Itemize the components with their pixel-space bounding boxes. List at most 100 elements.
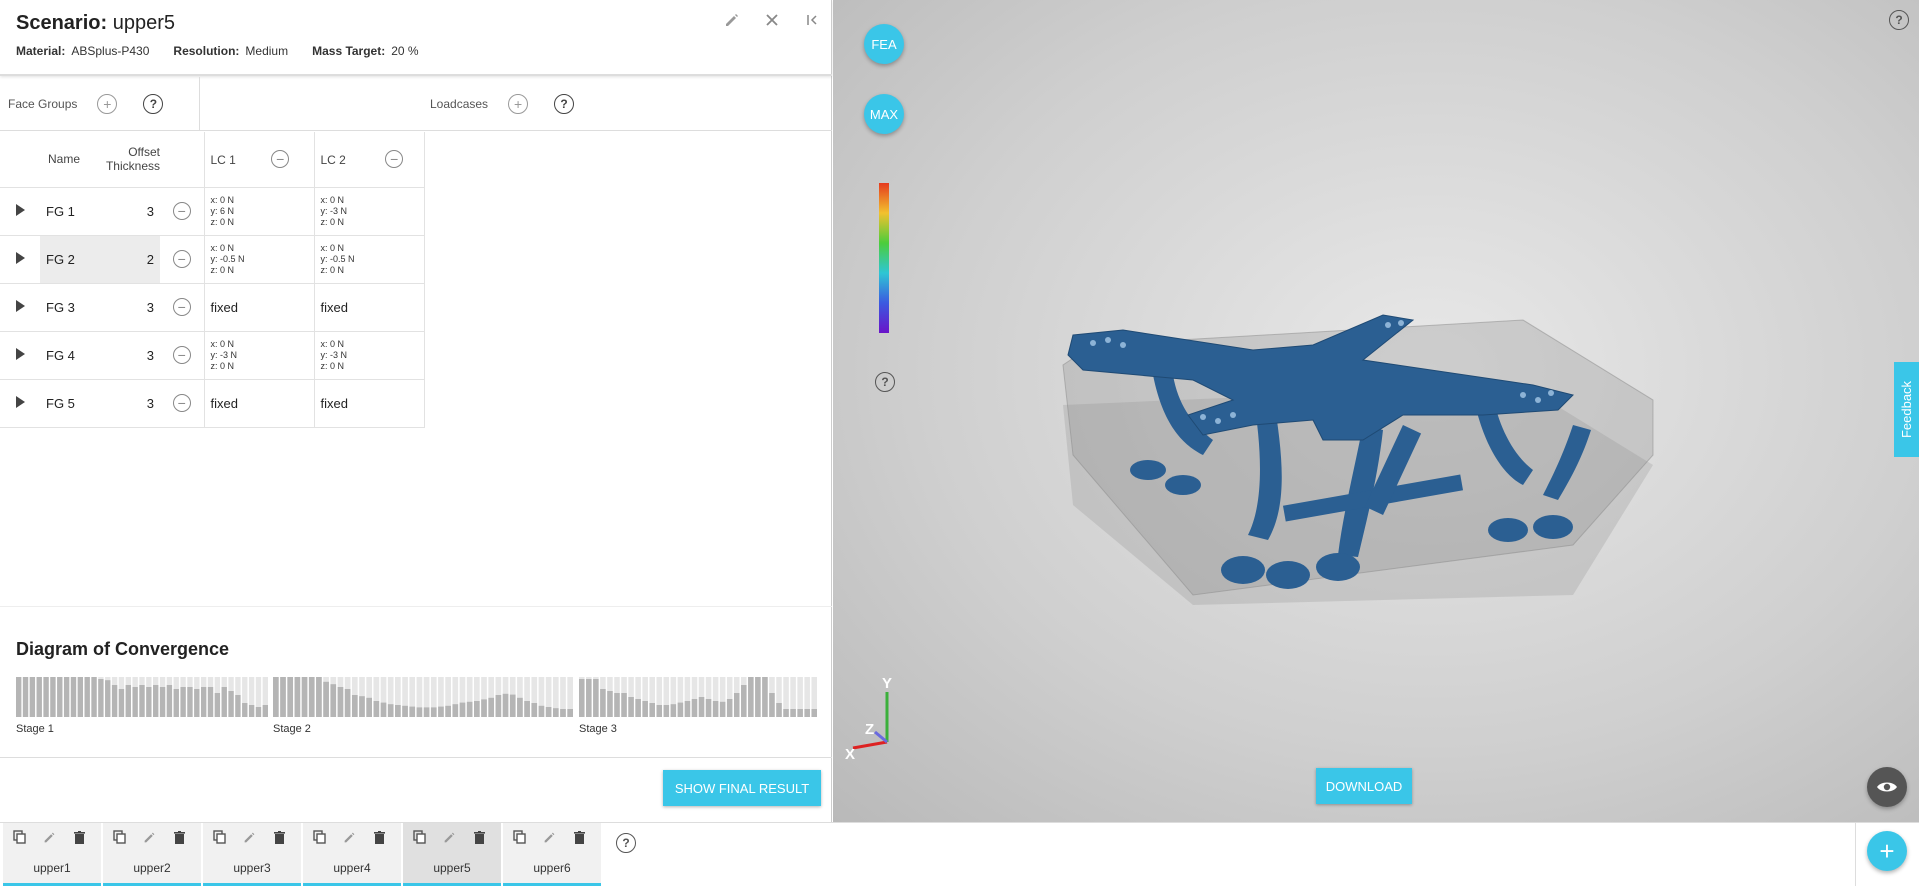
- lc2-cell[interactable]: fixed: [314, 379, 425, 428]
- convergence-bar: [280, 677, 286, 717]
- table-row[interactable]: FG 5 3 − fixed fixed: [0, 379, 425, 428]
- edit-icon[interactable]: [241, 829, 257, 845]
- convergence-bar: [153, 685, 159, 717]
- remove-face-group-icon[interactable]: −: [172, 202, 191, 220]
- convergence-bar: [187, 687, 193, 717]
- feedback-label: Feedback: [1899, 380, 1914, 439]
- fg-offset[interactable]: 3: [96, 283, 160, 332]
- convergence-bar: [200, 687, 207, 717]
- face-groups-help-icon[interactable]: ?: [143, 94, 164, 114]
- remove-face-group-icon[interactable]: −: [172, 298, 191, 316]
- convergence-bar: [228, 691, 234, 717]
- copy-icon[interactable]: [311, 829, 327, 845]
- table-row[interactable]: FG 4 3 − x: 0 Ny: -3 Nz: 0 N x: 0 Ny: -3…: [0, 331, 425, 380]
- expand-row-icon[interactable]: [0, 187, 40, 236]
- edit-icon[interactable]: [441, 829, 457, 845]
- collapse-panel-icon[interactable]: [802, 10, 822, 30]
- table-row[interactable]: FG 2 2 − x: 0 Ny: -0.5 Nz: 0 N x: 0 Ny: …: [0, 235, 425, 284]
- lc2-cell[interactable]: x: 0 Ny: -3 Nz: 0 N: [314, 331, 425, 380]
- table-row[interactable]: FG 1 3 − x: 0 Ny: 6 Nz: 0 N x: 0 Ny: -3 …: [0, 187, 425, 236]
- expand-row-icon[interactable]: [0, 235, 40, 284]
- delete-icon[interactable]: [71, 829, 87, 845]
- feedback-tab[interactable]: Feedback: [1894, 362, 1919, 457]
- copy-icon[interactable]: [211, 829, 227, 845]
- close-icon[interactable]: [762, 10, 782, 30]
- resolution-label: Resolution:: [173, 44, 240, 58]
- add-face-group-icon[interactable]: +: [97, 94, 118, 114]
- remove-face-group-icon[interactable]: −: [172, 346, 191, 364]
- fg-offset[interactable]: 2: [96, 235, 160, 284]
- force-component: z: 0 N: [320, 216, 345, 227]
- fg-offset[interactable]: 3: [96, 187, 160, 236]
- convergence-bar: [63, 677, 70, 717]
- download-button[interactable]: DOWNLOAD: [1316, 768, 1412, 804]
- delete-icon[interactable]: [271, 829, 287, 845]
- lc2-cell[interactable]: fixed: [314, 283, 425, 332]
- lc1-cell[interactable]: fixed: [204, 379, 315, 428]
- lc1-cell[interactable]: x: 0 Ny: 6 Nz: 0 N: [204, 187, 315, 236]
- expand-row-icon[interactable]: [0, 331, 40, 380]
- force-component: z: 0 N: [320, 264, 345, 275]
- scenario-tab[interactable]: upper2: [103, 823, 201, 886]
- convergence-bar: [430, 707, 437, 717]
- convergence-bar: [649, 703, 655, 717]
- edit-icon[interactable]: [541, 829, 557, 845]
- expand-row-icon[interactable]: [0, 379, 40, 428]
- axis-y-label: Y: [882, 675, 892, 692]
- copy-icon[interactable]: [111, 829, 127, 845]
- tabs-help-icon[interactable]: ?: [616, 833, 636, 853]
- convergence-bar: [294, 677, 301, 717]
- fg-offset[interactable]: 3: [96, 331, 160, 380]
- convergence-bar: [146, 687, 152, 717]
- 3d-viewport[interactable]: FEA MAX ? ? Y X Z Feedback DOWNLOAD: [833, 0, 1919, 822]
- fea-button[interactable]: FEA: [864, 24, 904, 64]
- remove-face-group-icon[interactable]: −: [172, 394, 191, 412]
- convergence-bar: [308, 677, 315, 717]
- max-button[interactable]: MAX: [864, 94, 904, 134]
- convergence-bar: [509, 694, 516, 717]
- remove-lc1-icon[interactable]: −: [271, 150, 290, 169]
- scenario-tab[interactable]: upper4: [303, 823, 401, 886]
- show-final-result-button[interactable]: SHOW FINAL RESULT: [663, 770, 821, 806]
- edit-icon[interactable]: [41, 829, 57, 845]
- fg-name: FG 2: [40, 235, 96, 284]
- delete-icon[interactable]: [471, 829, 487, 845]
- expand-row-icon[interactable]: [0, 283, 40, 332]
- resolution-value: Medium: [245, 44, 289, 58]
- remove-face-group-icon[interactable]: −: [172, 250, 191, 268]
- global-help-icon[interactable]: ?: [1889, 10, 1909, 30]
- copy-icon[interactable]: [511, 829, 527, 845]
- remove-lc2-icon[interactable]: −: [385, 150, 404, 169]
- force-component: z: 0 N: [320, 360, 345, 371]
- scenario-tab[interactable]: upper1: [3, 823, 101, 886]
- copy-icon[interactable]: [11, 829, 27, 845]
- delete-icon[interactable]: [371, 829, 387, 845]
- convergence-bar: [698, 697, 705, 717]
- convergence-bar: [344, 689, 351, 717]
- add-scenario-button[interactable]: +: [1867, 831, 1907, 871]
- add-loadcase-icon[interactable]: +: [508, 94, 529, 114]
- lc2-cell[interactable]: x: 0 Ny: -0.5 Nz: 0 N: [314, 235, 425, 284]
- visibility-eye-icon[interactable]: [1867, 767, 1907, 807]
- copy-icon[interactable]: [411, 829, 427, 845]
- scenario-tab[interactable]: upper3: [203, 823, 301, 886]
- convergence-bar: [656, 705, 663, 717]
- stage3-label: Stage 3: [579, 723, 617, 735]
- viewport-help-icon[interactable]: ?: [875, 372, 895, 392]
- convergence-bar: [373, 701, 380, 717]
- lc2-cell[interactable]: x: 0 Ny: -3 Nz: 0 N: [314, 187, 425, 236]
- lc1-cell[interactable]: fixed: [204, 283, 315, 332]
- lc-value: fixed: [320, 299, 348, 315]
- edit-icon[interactable]: [141, 829, 157, 845]
- scenario-tab[interactable]: upper5: [403, 823, 501, 886]
- delete-icon[interactable]: [571, 829, 587, 845]
- fg-offset[interactable]: 3: [96, 379, 160, 428]
- loadcases-help-icon[interactable]: ?: [554, 94, 575, 114]
- edit-icon[interactable]: [341, 829, 357, 845]
- lc1-cell[interactable]: x: 0 Ny: -0.5 Nz: 0 N: [204, 235, 315, 284]
- scenario-tab[interactable]: upper6: [503, 823, 601, 886]
- table-row[interactable]: FG 3 3 − fixed fixed: [0, 283, 425, 332]
- edit-icon[interactable]: [722, 10, 742, 30]
- delete-icon[interactable]: [171, 829, 187, 845]
- lc1-cell[interactable]: x: 0 Ny: -3 Nz: 0 N: [204, 331, 315, 380]
